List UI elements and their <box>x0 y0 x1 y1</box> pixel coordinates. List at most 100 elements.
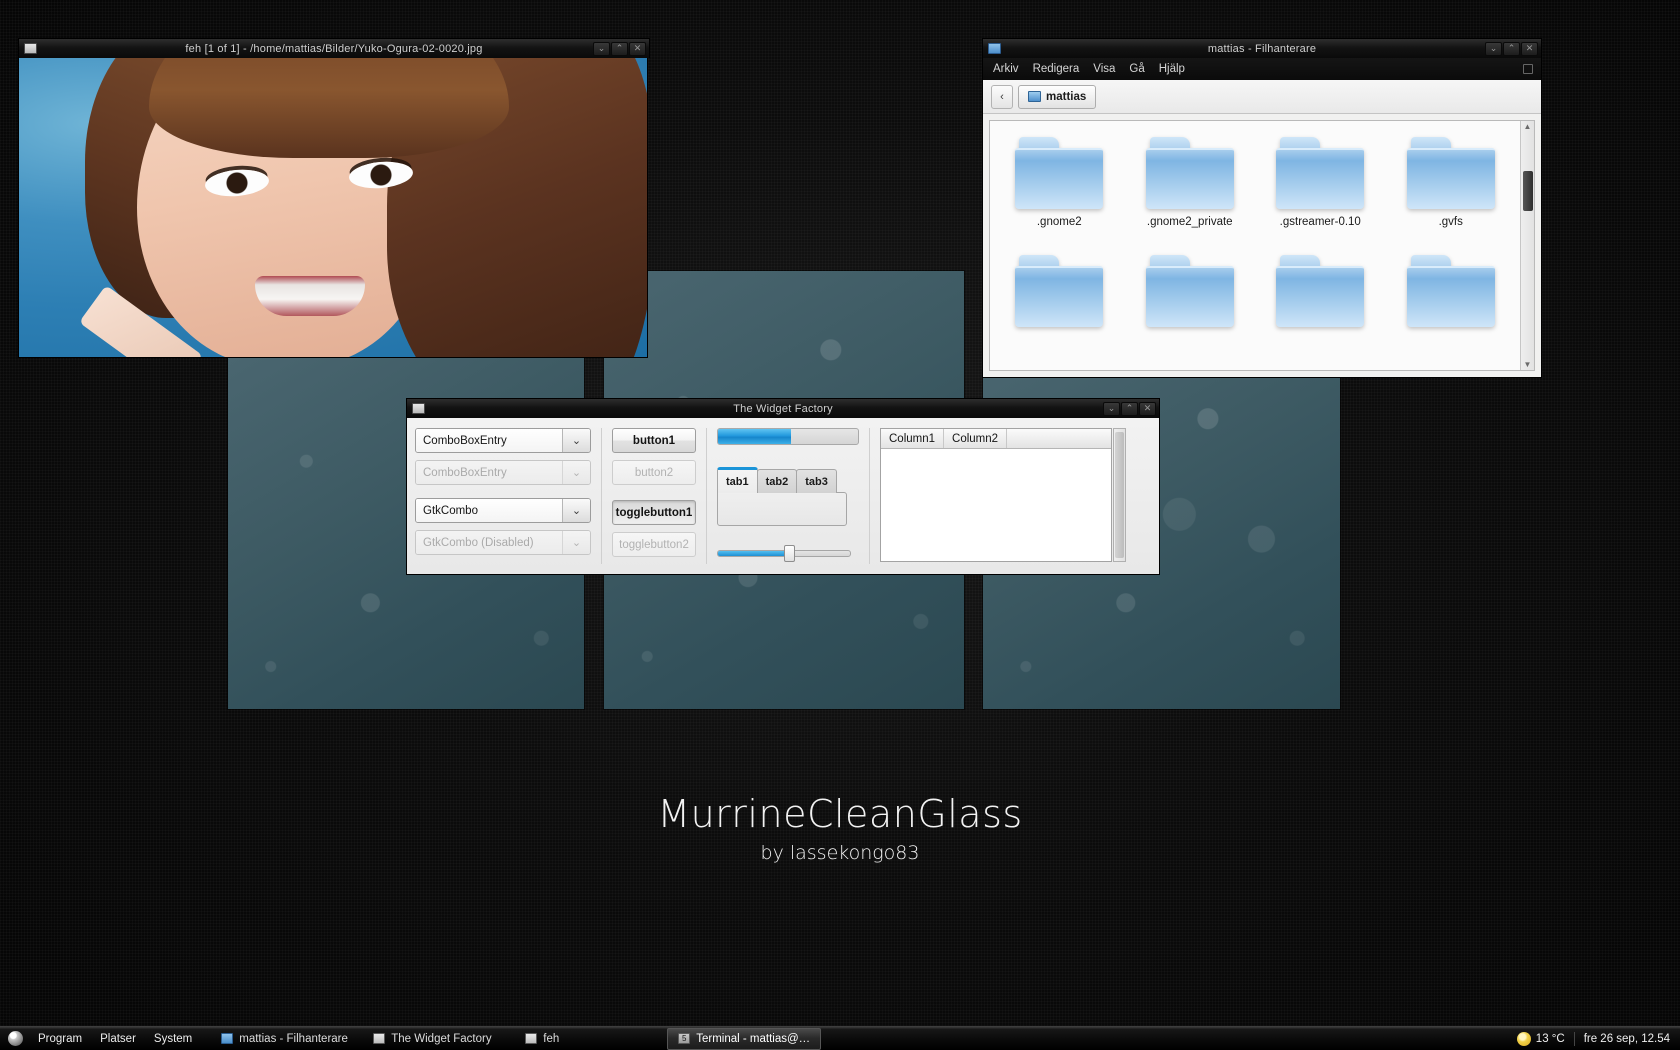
folder-icon <box>1276 255 1365 327</box>
clock-applet[interactable]: fre 26 sep, 12.54 <box>1584 1033 1670 1045</box>
file-grid: .gnome2 .gnome2_private .gstreamer-0.10 … <box>990 121 1520 370</box>
list-item[interactable] <box>1386 247 1517 365</box>
menu-resize-grip-icon <box>1523 64 1533 74</box>
list-item[interactable] <box>994 247 1125 365</box>
tab-tab3[interactable]: tab3 <box>796 469 837 493</box>
folder-icon <box>1015 255 1104 327</box>
menu-arkiv[interactable]: Arkiv <box>993 63 1019 75</box>
treeview[interactable]: Column1 Column2 <box>880 428 1112 562</box>
notebook[interactable]: tab1 tab2 tab3 <box>717 467 847 526</box>
widget-factory-window-controls[interactable]: ⌄ ⌃ ✕ <box>1103 401 1159 416</box>
menu-redigera[interactable]: Redigera <box>1033 63 1080 75</box>
comboboxentry-1-value[interactable]: ComboBoxEntry <box>416 429 562 452</box>
gtkcombo-1-value[interactable]: GtkCombo <box>416 499 562 522</box>
scroll-down-icon[interactable]: ▼ <box>1524 360 1532 369</box>
comboboxentry-1[interactable]: ComboBoxEntry ⌄ <box>415 428 591 453</box>
progress-bar-fill <box>718 429 791 444</box>
scrollbar-thumb[interactable] <box>1115 432 1124 558</box>
weather-applet[interactable]: 13 °C <box>1516 1031 1565 1046</box>
chevron-down-icon: ⌄ <box>562 531 590 554</box>
task-file-manager[interactable]: mattias - Filhanterare <box>211 1028 361 1050</box>
chevron-down-icon[interactable]: ⌄ <box>562 429 590 452</box>
task-label: mattias - Filhanterare <box>239 1032 348 1045</box>
scroll-up-icon[interactable]: ▲ <box>1524 122 1532 131</box>
horizontal-slider[interactable] <box>717 542 851 564</box>
chevron-down-icon: ⌄ <box>562 461 590 484</box>
close-button[interactable]: ✕ <box>1521 41 1538 56</box>
minimize-button[interactable]: ⌄ <box>1485 41 1502 56</box>
treeview-header[interactable]: Column1 Column2 <box>881 429 1111 449</box>
minimize-button[interactable]: ⌄ <box>593 41 610 56</box>
close-button[interactable]: ✕ <box>629 41 646 56</box>
menu-visa[interactable]: Visa <box>1093 63 1115 75</box>
vertical-scrollbar[interactable]: ▲ ▼ <box>1520 121 1534 370</box>
photo-shape <box>149 58 509 158</box>
feh-window-controls[interactable]: ⌄ ⌃ ✕ <box>593 41 649 56</box>
task-terminal[interactable]: 5 Terminal - mattias@… <box>667 1027 822 1050</box>
menu-hjalp[interactable]: Hjälp <box>1159 63 1185 75</box>
notebook-tabs[interactable]: tab1 tab2 tab3 <box>717 467 847 493</box>
file-manager-body: Arkiv Redigera Visa Gå Hjälp ‹ mattias .… <box>982 58 1542 378</box>
file-manager-icon-view[interactable]: .gnome2 .gnome2_private .gstreamer-0.10 … <box>989 120 1535 371</box>
applications-menu-group[interactable]: Program Platser System <box>0 1027 201 1050</box>
file-manager-pathbar[interactable]: ‹ mattias <box>983 80 1541 114</box>
tab-tab1[interactable]: tab1 <box>717 467 758 493</box>
app-icon <box>412 403 425 414</box>
gtkcombo-1[interactable]: GtkCombo ⌄ <box>415 498 591 523</box>
gnome-foot-icon[interactable] <box>8 1031 23 1046</box>
folder-icon <box>1276 137 1365 209</box>
feh-titlebar[interactable]: feh [1 of 1] - /home/mattias/Bilder/Yuko… <box>18 38 650 58</box>
list-item[interactable] <box>1125 247 1256 365</box>
list-item[interactable] <box>1255 247 1386 365</box>
menu-system[interactable]: System <box>145 1033 201 1045</box>
close-button[interactable]: ✕ <box>1139 401 1156 416</box>
photo-shape <box>255 276 365 316</box>
tab-tab2[interactable]: tab2 <box>756 469 798 493</box>
back-button[interactable]: ‹ <box>991 84 1013 109</box>
divider <box>1573 1031 1575 1046</box>
window-list[interactable]: mattias - Filhanterare The Widget Factor… <box>211 1027 822 1050</box>
menu-platser[interactable]: Platser <box>91 1033 145 1045</box>
widget-factory-titlebar[interactable]: The Widget Factory ⌄ ⌃ ✕ <box>406 398 1160 418</box>
chevron-down-icon[interactable]: ⌄ <box>562 499 590 522</box>
task-widget-factory[interactable]: The Widget Factory <box>363 1028 513 1050</box>
column-header-2[interactable]: Column2 <box>944 429 1008 448</box>
sun-icon <box>1516 1031 1531 1046</box>
temperature-label: 13 °C <box>1535 1032 1565 1045</box>
folder-icon <box>1145 255 1234 327</box>
file-manager-window-controls[interactable]: ⌄ ⌃ ✕ <box>1485 41 1541 56</box>
folder-icon <box>1145 137 1234 209</box>
treeview-body[interactable] <box>881 449 1111 561</box>
taskbar[interactable]: Program Platser System mattias - Filhant… <box>0 1026 1680 1050</box>
list-item[interactable]: .gstreamer-0.10 <box>1255 129 1386 247</box>
system-tray[interactable]: 13 °C fre 26 sep, 12.54 <box>1516 1031 1680 1046</box>
scrollbar-thumb[interactable] <box>1522 171 1533 211</box>
list-item[interactable]: .gvfs <box>1386 129 1517 247</box>
feh-window[interactable]: feh [1 of 1] - /home/mattias/Bilder/Yuko… <box>18 38 650 358</box>
breadcrumb-mattias[interactable]: mattias <box>1018 84 1097 109</box>
slider-fill <box>718 550 790 556</box>
divider <box>601 428 602 564</box>
file-manager-menubar[interactable]: Arkiv Redigera Visa Gå Hjälp <box>983 58 1541 80</box>
file-manager-window[interactable]: mattias - Filhanterare ⌄ ⌃ ✕ Arkiv Redig… <box>982 38 1542 378</box>
divider <box>706 428 707 564</box>
slider-handle[interactable] <box>784 544 796 562</box>
file-label: .gnome2 <box>1036 216 1082 228</box>
file-manager-titlebar[interactable]: mattias - Filhanterare ⌄ ⌃ ✕ <box>982 38 1542 58</box>
list-item[interactable]: .gnome2_private <box>1125 129 1256 247</box>
button1[interactable]: button1 <box>612 428 696 453</box>
treeview-scrollbar[interactable] <box>1113 428 1126 562</box>
menu-program[interactable]: Program <box>29 1033 91 1045</box>
widget-factory-window[interactable]: The Widget Factory ⌄ ⌃ ✕ ComboBoxEntry ⌄… <box>406 398 1160 575</box>
minimize-button[interactable]: ⌄ <box>1103 401 1120 416</box>
task-feh[interactable]: feh <box>515 1028 665 1050</box>
menu-ga[interactable]: Gå <box>1129 63 1144 75</box>
togglebutton1[interactable]: togglebutton1 <box>612 500 696 525</box>
progress-notebook-column: tab1 tab2 tab3 <box>717 428 859 564</box>
list-item[interactable]: .gnome2 <box>994 129 1125 247</box>
gtkcombo-2-value: GtkCombo (Disabled) <box>416 531 562 554</box>
maximize-button[interactable]: ⌃ <box>1503 41 1520 56</box>
column-header-1[interactable]: Column1 <box>881 429 945 448</box>
maximize-button[interactable]: ⌃ <box>611 41 628 56</box>
maximize-button[interactable]: ⌃ <box>1121 401 1138 416</box>
